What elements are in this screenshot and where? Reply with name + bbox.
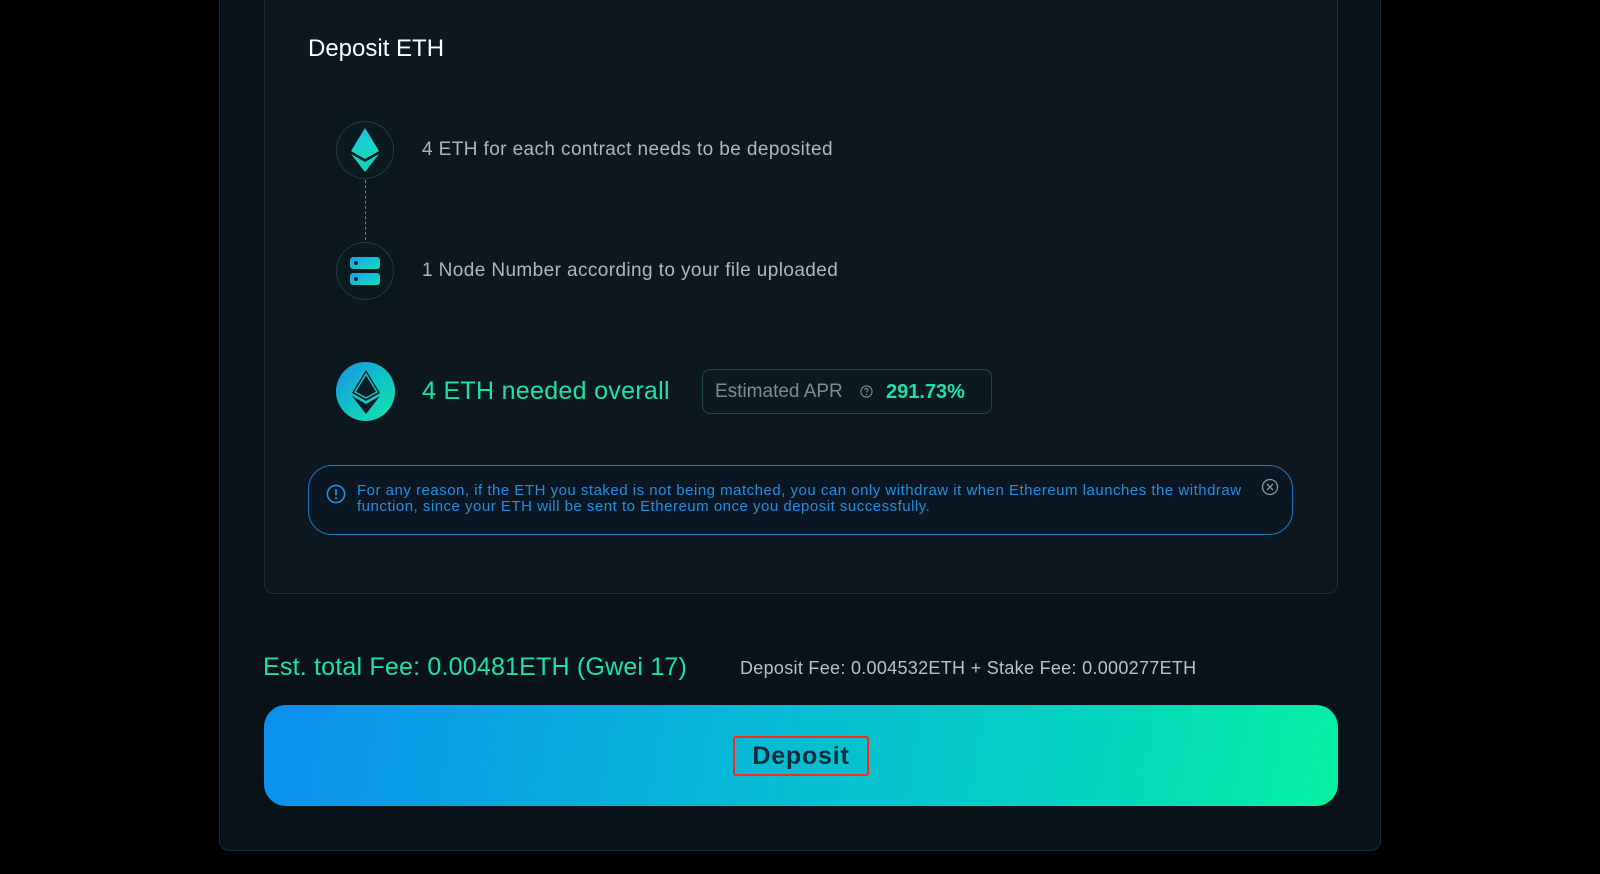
total-ethereum-badge: [336, 362, 395, 421]
apr-label: Estimated APR: [715, 381, 843, 402]
fee-breakdown: Deposit Fee: 0.004532ETH + Stake Fee: 0.…: [740, 658, 1197, 678]
step-node-text: 1 Node Number according to your file upl…: [422, 260, 839, 281]
step-connector: [365, 180, 366, 240]
withdraw-notice: For any reason, if the ETH you staked is…: [308, 465, 1293, 535]
deposit-button-label[interactable]: Deposit: [733, 736, 869, 776]
server-icon: [350, 257, 380, 285]
help-icon[interactable]: [860, 385, 873, 398]
step-ethereum-icon: [336, 121, 394, 179]
est-total-fee: Est. total Fee: 0.00481ETH (Gwei 17): [263, 653, 688, 681]
info-icon: [326, 484, 346, 504]
apr-value: 291.73%: [886, 381, 965, 403]
card-title: Deposit ETH: [308, 35, 445, 62]
estimated-apr-box: Estimated APR 291.73%: [702, 369, 992, 414]
notice-text: For any reason, if the ETH you staked is…: [357, 482, 1242, 515]
ethereum-icon: [351, 128, 379, 172]
close-circle-icon[interactable]: [1261, 478, 1279, 496]
step-contract-text: 4 ETH for each contract needs to be depo…: [422, 139, 833, 160]
step-server-icon: [336, 242, 394, 300]
ethereum-icon: [351, 369, 380, 414]
total-eth-needed: 4 ETH needed overall: [422, 377, 670, 405]
